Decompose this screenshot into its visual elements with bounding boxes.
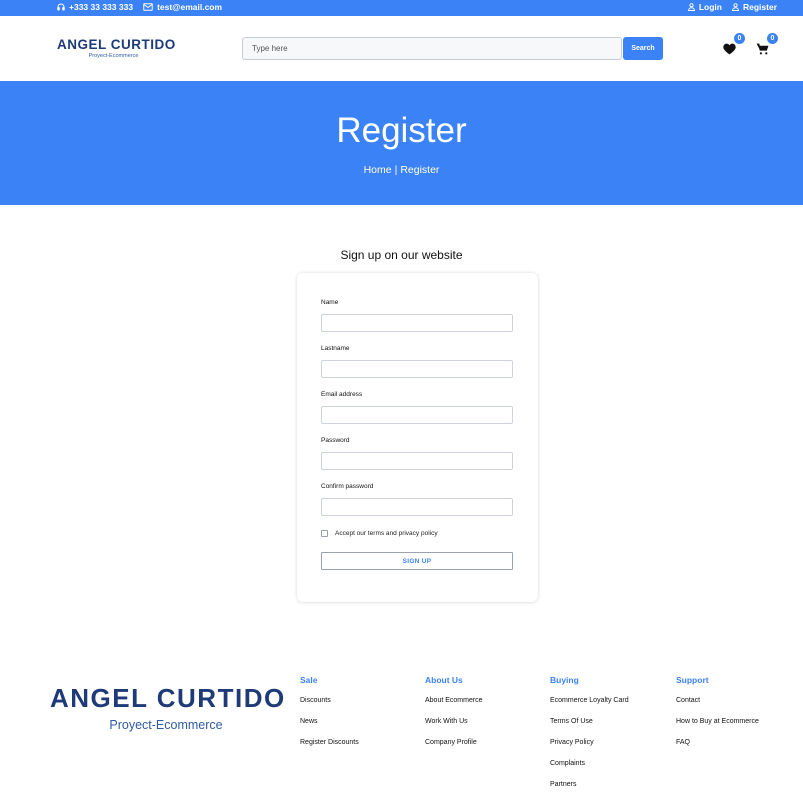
footer-link[interactable]: Discounts [300, 697, 359, 718]
brand-logo[interactable]: ANGEL CURTIDO Proyect-Ecommerce [57, 37, 176, 59]
page-hero: Register Home | Register [0, 81, 803, 205]
lastname-field[interactable] [321, 360, 513, 378]
footer-link[interactable]: FAQ [676, 739, 759, 760]
password-label: Password [321, 437, 350, 444]
terms-label: Accept our terms and privacy policy [335, 530, 438, 537]
footer-link[interactable]: Company Profile [425, 739, 483, 760]
footer-column-title: Buying [550, 675, 579, 685]
name-label: Name [321, 299, 339, 306]
wishlist-count-badge: 0 [734, 33, 745, 44]
terms-row: Accept our terms and privacy policy [321, 530, 438, 537]
lastname-label: Lastname [321, 345, 350, 352]
account-links: Login Register [678, 2, 777, 12]
footer-column-title: About Us [425, 675, 463, 685]
cart-count-badge: 0 [767, 33, 778, 44]
search-button[interactable]: Search [623, 37, 663, 60]
user-icon [687, 3, 695, 11]
confirm-password-field[interactable] [321, 498, 513, 516]
wishlist-button[interactable]: 0 [723, 33, 745, 58]
cart-icon [756, 43, 769, 55]
phone-contact[interactable]: +333 33 333 333 [57, 2, 133, 12]
heart-icon [723, 43, 736, 55]
email-field[interactable] [321, 406, 513, 424]
phone-number: +333 33 333 333 [69, 2, 134, 12]
breadcrumb-separator: | [394, 164, 398, 176]
footer-link[interactable]: Privacy Policy [550, 739, 629, 760]
footer-column-title: Sale [300, 675, 318, 685]
breadcrumb-current: Register [400, 164, 440, 176]
form-heading: Sign up on our website [340, 248, 463, 262]
headset-icon [57, 3, 65, 11]
footer-link[interactable]: Work With Us [425, 718, 483, 739]
login-label: Login [698, 2, 722, 12]
email-contact[interactable]: test@email.com [143, 2, 222, 12]
footer-link[interactable]: Ecommerce Loyalty Card [550, 697, 629, 718]
name-field[interactable] [321, 314, 513, 332]
search-input[interactable] [242, 37, 622, 60]
envelope-icon [143, 3, 153, 11]
footer-link[interactable]: Contact [676, 697, 759, 718]
footer-link[interactable]: About Ecommerce [425, 697, 483, 718]
breadcrumb: Home | Register [0, 164, 803, 176]
email-label: Email address [321, 391, 363, 398]
register-form-card: Name Lastname Email address Password Con… [297, 273, 538, 602]
footer-link[interactable]: How to Buy at Ecommerce [676, 718, 759, 739]
email-address: test@email.com [157, 2, 223, 12]
main-header: ANGEL CURTIDO Proyect-Ecommerce Search 0… [0, 16, 803, 81]
confirm-password-label: Confirm password [321, 483, 374, 490]
footer-link[interactable]: Partners [550, 781, 629, 802]
register-label: Register [742, 2, 777, 12]
page-title: Register [336, 111, 467, 150]
footer-brand-tagline: Proyect-Ecommerce [109, 718, 223, 732]
terms-checkbox[interactable] [321, 530, 328, 537]
footer-link[interactable]: Register Discounts [300, 739, 359, 760]
breadcrumb-home[interactable]: Home [364, 164, 392, 176]
footer-link[interactable]: Complaints [550, 760, 629, 781]
top-bar: +333 33 333 333 test@email.com Login Reg… [0, 0, 803, 16]
footer-brand-name: ANGEL CURTIDO [50, 683, 286, 713]
cart-button[interactable]: 0 [756, 33, 778, 58]
footer-column-sale: Sale Discounts News Register Discounts [300, 675, 359, 760]
user-icon [732, 3, 739, 11]
footer-link[interactable]: Terms Of Use [550, 718, 629, 739]
brand-name: ANGEL CURTIDO [57, 37, 176, 52]
footer-logo[interactable]: ANGEL CURTIDO Proyect-Ecommerce [50, 683, 286, 732]
footer-column-buying: Buying Ecommerce Loyalty Card Terms Of U… [550, 675, 629, 802]
contact-info: +333 33 333 333 test@email.com [57, 2, 232, 12]
login-link[interactable]: Login [687, 2, 722, 12]
password-field[interactable] [321, 452, 513, 470]
brand-tagline: Proyect-Ecommerce [88, 53, 139, 59]
footer-link[interactable]: News [300, 718, 359, 739]
register-link[interactable]: Register [732, 2, 777, 12]
footer-column-support: Support Contact How to Buy at Ecommerce … [676, 675, 759, 760]
footer-column-about-us: About Us About Ecommerce Work With Us Co… [425, 675, 483, 760]
sign-up-button[interactable]: SIGN UP [321, 552, 513, 570]
footer-column-title: Support [676, 675, 709, 685]
